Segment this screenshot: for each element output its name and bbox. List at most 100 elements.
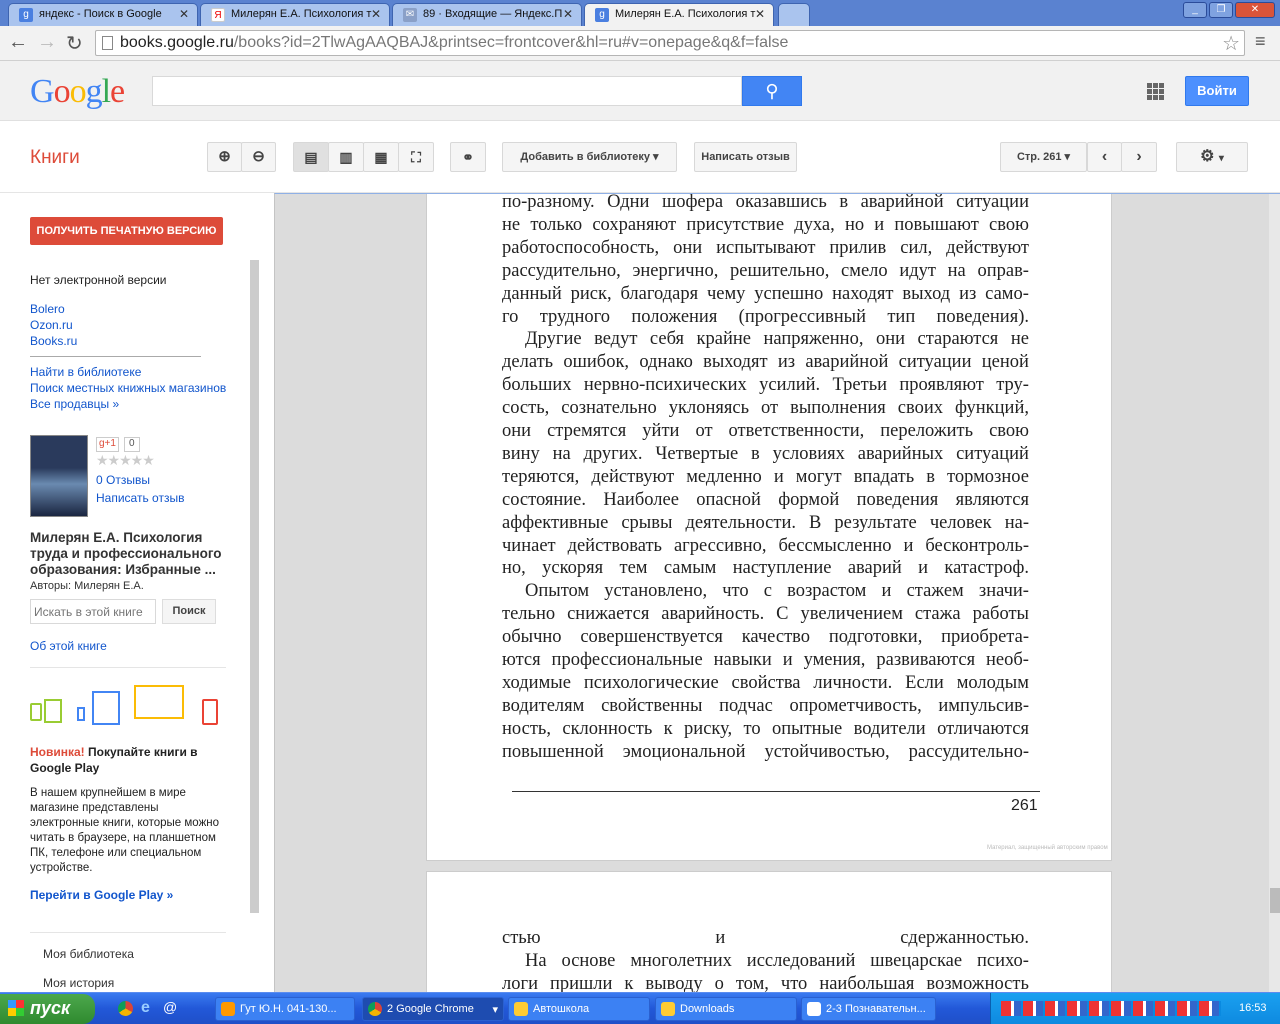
tray-icons[interactable]: [1001, 1001, 1221, 1016]
search-button[interactable]: ⚲: [742, 76, 802, 106]
text-line: тельно снижается аварийность. Сувеличением с…: [502, 604, 1029, 625]
seller-link-ozon[interactable]: Ozon.ru: [30, 318, 73, 332]
text-line: состояние. Наиболее опасной формой поведения…: [502, 489, 1029, 510]
address-toolbar: ← → ↻ books.google.ru/books?id=2TlwAgAAQ…: [0, 26, 1280, 61]
page-icon: [102, 36, 113, 50]
footer-rule: [512, 791, 1040, 792]
tab-book-yandex[interactable]: Я Милерян Е.А. Психология т ✕: [200, 3, 390, 26]
add-to-library-button[interactable]: Добавить в библиотеку ▾: [502, 142, 677, 172]
tab-title: яндекс - Поиск в Google: [39, 8, 162, 20]
find-library-link[interactable]: Найти в библиотеке: [30, 365, 141, 379]
page-label: Стр. 261: [1016, 151, 1062, 163]
ie-icon[interactable]: e: [141, 999, 150, 1017]
taskbar-item-chrome[interactable]: 2 Google Chrome ▾: [362, 997, 504, 1021]
start-button[interactable]: пуск: [0, 994, 95, 1024]
task-label: Downloads: [680, 1003, 735, 1015]
prev-page-button[interactable]: ‹: [1087, 142, 1122, 172]
tab-mail[interactable]: ✉ 89 · Входящие — Яндекс.П ✕: [392, 3, 582, 26]
books-section-title[interactable]: Книги: [30, 147, 80, 169]
two-page-view-button[interactable]: ▥: [328, 142, 364, 172]
books-toolbar: Книги ⊕ ⊖ ▤ ▥ ▦ ⛶ ⚭ Добавить в библиотек…: [0, 122, 1280, 193]
write-review-button[interactable]: Написать отзыв: [694, 142, 797, 172]
seller-link-books[interactable]: Books.ru: [30, 334, 77, 348]
rating-stars: ★★★★★: [96, 452, 155, 468]
copyright-notice: Материал, защищенный авторским правом: [987, 845, 1108, 851]
book-page: 261 Материал, защищенный авторским право…: [426, 194, 1112, 861]
write-review-link[interactable]: Написать отзыв: [96, 491, 184, 505]
gplus-button[interactable]: g+1: [96, 437, 119, 452]
yandex-icon: Я: [211, 8, 225, 22]
star-icon[interactable]: ☆: [1222, 31, 1240, 56]
book-viewer[interactable]: 261 Материал, защищенный авторским право…: [274, 193, 1280, 992]
close-icon[interactable]: ✕: [371, 7, 381, 21]
about-book-link[interactable]: Об этой книге: [30, 639, 107, 653]
thumbnail-view-button[interactable]: ▦: [363, 142, 399, 172]
divider: [30, 667, 226, 668]
search-input[interactable]: [152, 76, 742, 106]
back-icon[interactable]: ←: [8, 31, 28, 54]
book-search-button[interactable]: Поиск: [162, 599, 216, 624]
local-stores-link[interactable]: Поиск местных книжных магазинов: [30, 381, 226, 395]
google-play-link[interactable]: Перейти в Google Play »: [30, 888, 173, 902]
url-input[interactable]: books.google.ru/books?id=2TlwAgAAQBAJ&pr…: [95, 30, 1245, 56]
taskbar-item[interactable]: Гут Ю.Н. 041-130...: [215, 997, 355, 1021]
next-page-button[interactable]: ›: [1121, 142, 1157, 172]
tab-book-active[interactable]: g Милерян Е.А. Психология т ✕: [584, 3, 774, 27]
text-line: не только сохраняют присутствие духа, но и повы…: [502, 214, 1029, 235]
page-select[interactable]: Стр. 261 ▾: [1000, 142, 1087, 172]
close-window-button[interactable]: ✕: [1235, 2, 1275, 18]
taskbar-item[interactable]: Downloads: [655, 997, 797, 1021]
new-tab-button[interactable]: [778, 3, 810, 26]
chrome-icon[interactable]: [118, 1001, 133, 1016]
tab-yandex-search[interactable]: g яндекс - Поиск в Google ✕: [8, 3, 198, 26]
folder-icon: [514, 1002, 528, 1016]
forward-icon[interactable]: →: [37, 31, 57, 54]
chrome-icon: [368, 1002, 382, 1016]
close-icon[interactable]: ✕: [755, 7, 765, 21]
close-icon[interactable]: ✕: [179, 7, 189, 21]
apps-grid-icon[interactable]: [1147, 83, 1164, 100]
book-search-input[interactable]: [30, 599, 156, 624]
zoom-in-button[interactable]: ⊕: [207, 142, 242, 172]
book-cover[interactable]: [30, 435, 88, 517]
google-logo[interactable]: Google: [30, 73, 125, 111]
scrollbar-thumb[interactable]: [1270, 888, 1280, 913]
close-icon[interactable]: ✕: [563, 7, 573, 21]
email-client-icon[interactable]: @: [163, 999, 177, 1015]
task-label: 2-3 Познавательн...: [826, 1003, 926, 1015]
no-ebook-label: Нет электронной версии: [30, 273, 167, 287]
start-label: пуск: [30, 998, 71, 1018]
my-library-link[interactable]: Моя библиотека: [43, 947, 134, 961]
taskbar-item[interactable]: Автошкола: [508, 997, 650, 1021]
reload-icon[interactable]: ↻: [66, 31, 83, 56]
tab-strip: g яндекс - Поиск в Google ✕ Я Милерян Е.А. …: [0, 0, 1280, 27]
task-label: 2 Google Chrome: [387, 1003, 474, 1015]
viewer-scrollbar[interactable]: [1269, 194, 1280, 992]
all-sellers-link[interactable]: Все продавцы »: [30, 397, 119, 411]
buy-print-button[interactable]: ПОЛУЧИТЬ ПЕЧАТНУЮ ВЕРСИЮ: [30, 217, 223, 245]
folder-icon: [661, 1002, 675, 1016]
link-button[interactable]: ⚭: [450, 142, 486, 172]
menu-icon[interactable]: ≡: [1255, 31, 1266, 52]
single-page-view-button[interactable]: ▤: [293, 142, 329, 172]
devices-illustration: [30, 685, 220, 730]
reviews-link[interactable]: 0 Отзывы: [96, 473, 150, 487]
settings-button[interactable]: ⚙ ▾: [1176, 142, 1248, 172]
taskbar-item[interactable]: 2-3 Познавательн...: [801, 997, 936, 1021]
clock: 16:53: [1239, 1002, 1267, 1014]
sidebar-scrollbar[interactable]: [250, 260, 259, 913]
login-button[interactable]: Войти: [1185, 76, 1249, 106]
fullscreen-button[interactable]: ⛶: [398, 142, 434, 172]
tab-title: Милерян Е.А. Психология т: [231, 8, 372, 20]
minimize-button[interactable]: _: [1183, 2, 1207, 18]
maximize-button[interactable]: ❐: [1209, 2, 1233, 18]
google-icon: g: [19, 8, 33, 22]
zoom-out-button[interactable]: ⊖: [241, 142, 276, 172]
two-page-icon: ▥: [339, 149, 353, 165]
seller-link-bolero[interactable]: Bolero: [30, 302, 65, 316]
my-history-link[interactable]: Моя история: [43, 976, 114, 990]
link-icon: ⚭: [462, 149, 474, 165]
zoom-in-icon: ⊕: [218, 148, 231, 165]
promo-text: В нашем крупнейшем в мире магазине предс…: [30, 787, 220, 874]
text-line: На основе многолетних исследований швецарска…: [525, 950, 1029, 971]
